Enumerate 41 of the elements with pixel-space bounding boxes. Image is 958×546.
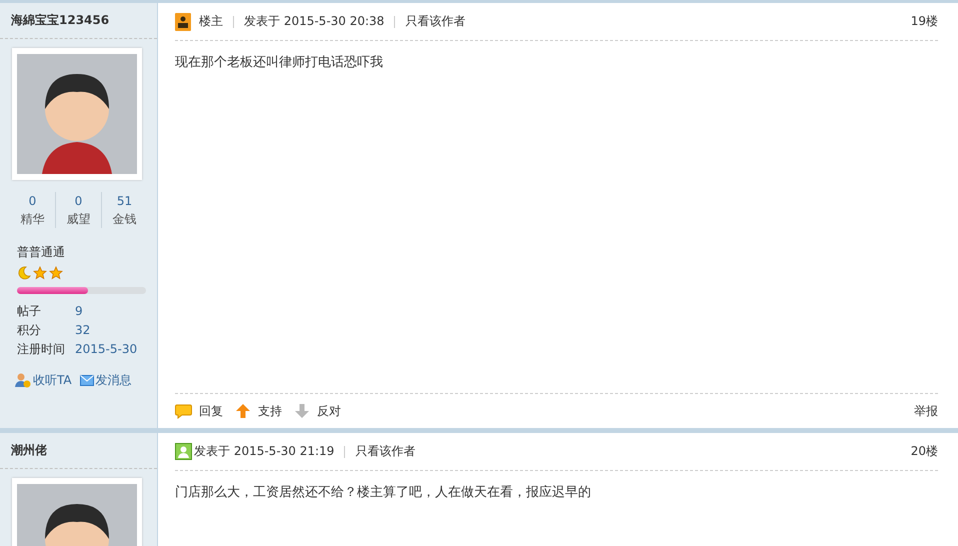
author-only-link[interactable]: 只看该作者 xyxy=(355,443,416,460)
stat-value[interactable]: 0 xyxy=(74,192,82,210)
author-only-link[interactable]: 只看该作者 xyxy=(405,13,466,30)
stat-value[interactable]: 0 xyxy=(28,192,36,210)
follow-link[interactable]: 收听TA xyxy=(15,372,72,389)
stat-label: 精华 xyxy=(20,211,44,228)
star-icon xyxy=(49,266,63,280)
stat-label: 金钱 xyxy=(112,211,136,228)
post-content: 现在那个老板还叫律师打电话恐吓我 xyxy=(175,54,384,72)
stat-label: 威望 xyxy=(66,211,90,228)
avatar-icon xyxy=(17,54,137,174)
post-time: 发表于 2015-5-30 20:38 xyxy=(244,13,384,30)
info-value[interactable]: 32 xyxy=(75,321,90,340)
message-link[interactable]: 发消息 xyxy=(80,372,132,389)
owner-icon xyxy=(175,12,191,30)
floor-number[interactable]: 20楼 xyxy=(910,443,938,460)
username[interactable]: 海綿宝宝123456 xyxy=(0,3,157,39)
post-content: 门店那么大，工资居然还不给？楼主算了吧，人在做天在看，报应迟早的 xyxy=(175,484,592,502)
up-arrow-icon xyxy=(235,403,251,419)
speech-bubble-icon xyxy=(175,404,192,418)
info-value[interactable]: 9 xyxy=(75,302,83,321)
reply-button[interactable]: 回复 xyxy=(175,402,223,420)
report-link[interactable]: 举报 xyxy=(914,402,938,420)
down-arrow-icon xyxy=(294,403,310,419)
stat-value[interactable]: 51 xyxy=(116,192,132,210)
moon-icon xyxy=(17,266,31,280)
info-value[interactable]: 2015-5-30 xyxy=(75,340,138,359)
info-label: 注册时间 xyxy=(17,341,66,358)
owner-label: 楼主 xyxy=(199,13,223,30)
username[interactable]: 潮州佬 xyxy=(0,433,157,469)
member-icon xyxy=(175,443,192,460)
info-label: 积分 xyxy=(17,322,42,339)
info-label: 帖子 xyxy=(17,303,42,320)
support-button[interactable]: 支持 xyxy=(235,402,282,420)
user-rank: 普普通通 xyxy=(17,244,66,261)
person-icon xyxy=(15,373,31,388)
oppose-button[interactable]: 反对 xyxy=(294,402,341,420)
envelope-icon xyxy=(80,375,94,386)
star-icon xyxy=(33,266,47,280)
floor-number[interactable]: 19楼 xyxy=(910,13,938,30)
post-time: 发表于 2015-5-30 21:19 xyxy=(194,443,334,460)
